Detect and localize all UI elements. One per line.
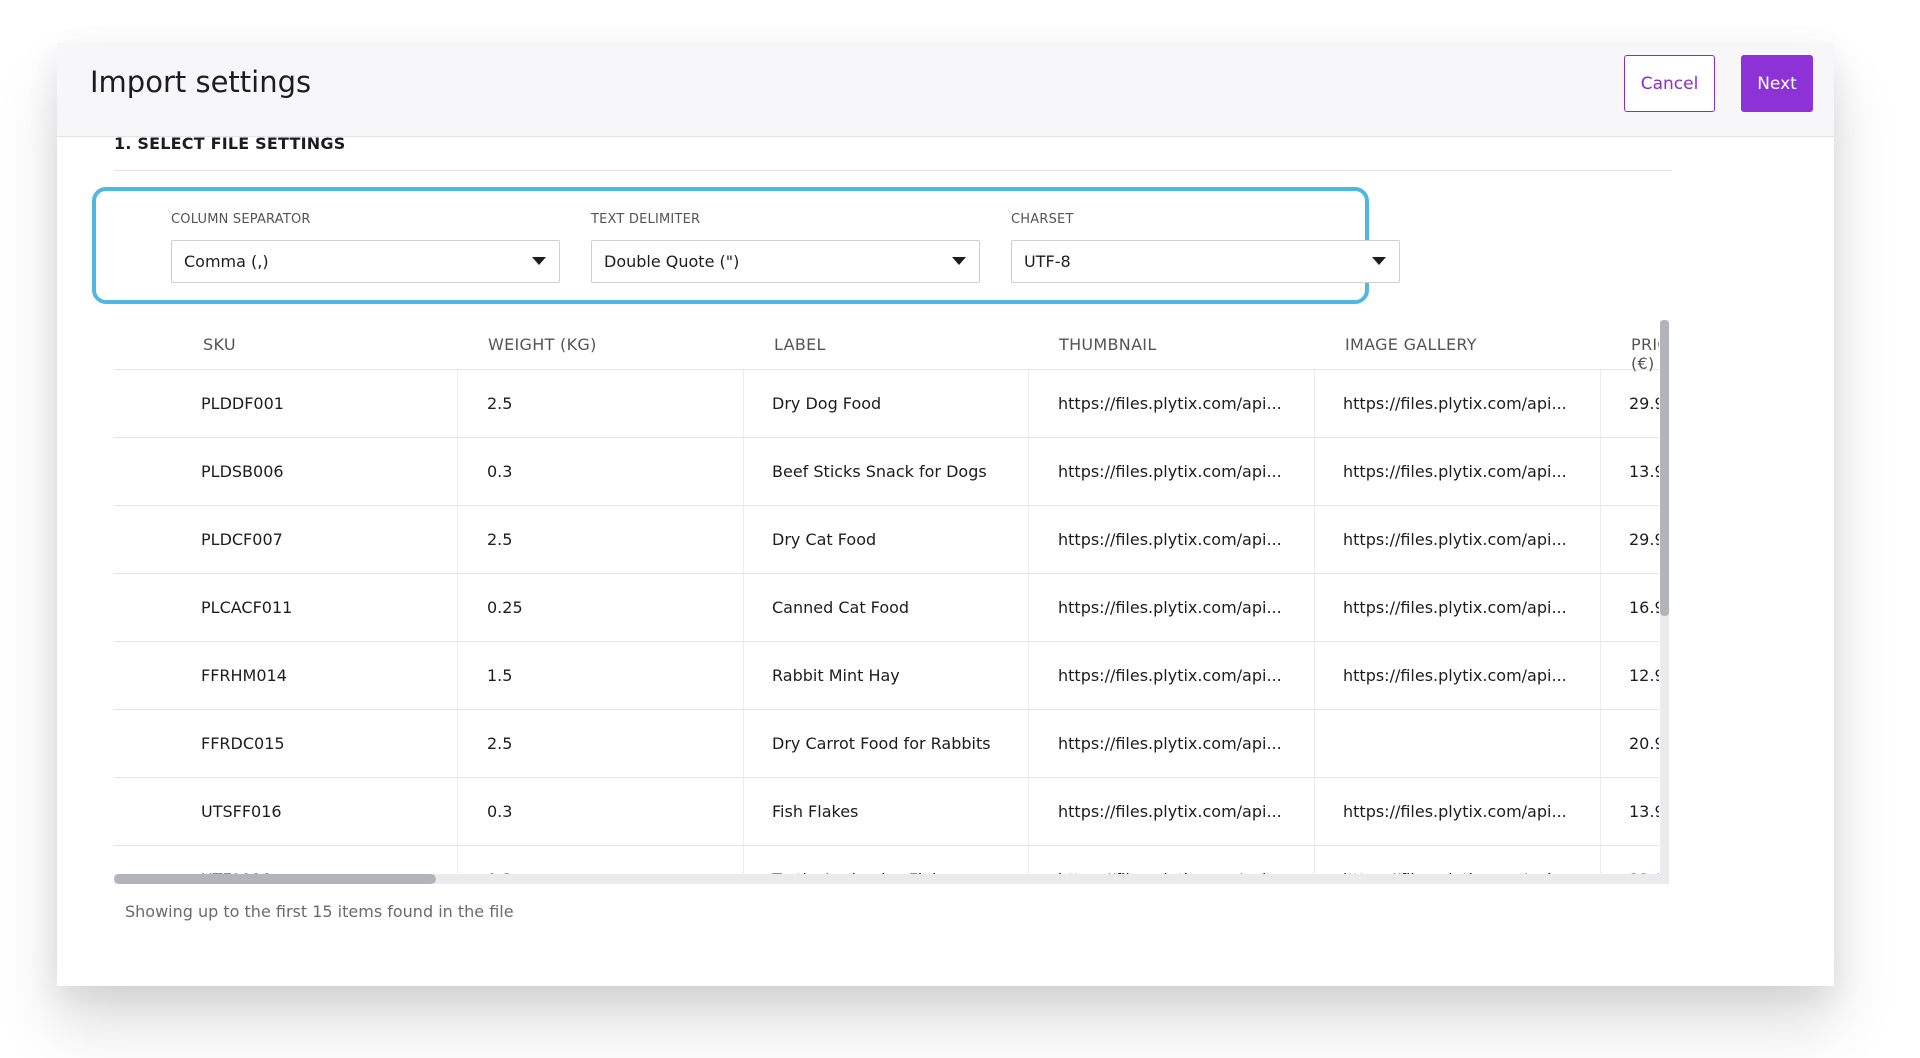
preview-table: SKU WEIGHT (KG) LABEL THUMBNAIL IMAGE GA…: [114, 318, 1659, 884]
column-separator-value: Comma (,): [184, 252, 269, 271]
table-row: FFRHM014 1.5 Rabbit Mint Hay https://fil…: [114, 642, 1659, 710]
cell-thumbnail: https://files.plytix.com/api...: [1058, 802, 1282, 821]
cell-price: 29.99: [1629, 530, 1659, 549]
cell-sku: FFRHM014: [201, 666, 287, 685]
cell-sku: UTSFF016: [201, 802, 282, 821]
cell-label: Dry Carrot Food for Rabbits: [772, 734, 991, 753]
cell-weight: 0.3: [487, 802, 513, 821]
charset-value: UTF-8: [1024, 252, 1071, 271]
cell-label: Fish Flakes: [772, 802, 859, 821]
cell-label: Dry Dog Food: [772, 394, 882, 413]
cell-image-gallery: https://files.plytix.com/api...: [1343, 394, 1567, 413]
cell-weight: 1.5: [487, 666, 513, 685]
cell-sku: PLCACF011: [201, 598, 293, 617]
cell-thumbnail: https://files.plytix.com/api...: [1058, 598, 1282, 617]
chevron-down-icon: [952, 257, 966, 265]
cell-weight: 0.3: [487, 462, 513, 481]
cell-label: Beef Sticks Snack for Dogs: [772, 462, 987, 481]
column-separator-label: COLUMN SEPARATOR: [171, 212, 311, 227]
cell-price: 13.9: [1629, 462, 1659, 481]
cell-price: 16.99: [1629, 598, 1659, 617]
cell-price: 13.99: [1629, 802, 1659, 821]
table-row: PLDDF001 2.5 Dry Dog Food https://files.…: [114, 370, 1659, 438]
chevron-down-icon: [1372, 257, 1386, 265]
cell-thumbnail: https://files.plytix.com/api...: [1058, 666, 1282, 685]
cell-image-gallery: https://files.plytix.com/api...: [1343, 666, 1567, 685]
table-row: PLDCF007 2.5 Dry Cat Food https://files.…: [114, 506, 1659, 574]
cell-weight: 2.5: [487, 734, 513, 753]
preview-count-note: Showing up to the first 15 items found i…: [125, 902, 514, 921]
cell-weight: 0.25: [487, 598, 523, 617]
vertical-scrollbar-thumb[interactable]: [1660, 320, 1669, 616]
table-row: UTSFF016 0.3 Fish Flakes https://files.p…: [114, 778, 1659, 846]
cell-thumbnail: https://files.plytix.com/api...: [1058, 734, 1282, 753]
table-row: PLCACF011 0.25 Canned Cat Food https://f…: [114, 574, 1659, 642]
cell-weight: 2.5: [487, 530, 513, 549]
charset-label: CHARSET: [1011, 212, 1074, 227]
column-separator-select[interactable]: Comma (,): [171, 240, 560, 283]
dialog-header: Import settings Cancel Next: [57, 43, 1834, 137]
cell-price: 29.99: [1629, 394, 1659, 413]
cell-sku: PLDCF007: [201, 530, 283, 549]
page-title: Import settings: [90, 65, 312, 99]
text-delimiter-label: TEXT DELIMITER: [591, 212, 701, 227]
text-delimiter-value: Double Quote ("): [604, 252, 740, 271]
next-button[interactable]: Next: [1741, 55, 1813, 112]
section-title: 1. SELECT FILE SETTINGS: [114, 134, 346, 153]
table-row: PLDSB006 0.3 Beef Sticks Snack for Dogs …: [114, 438, 1659, 506]
column-header-sku: SKU: [203, 335, 236, 354]
table-header-row: SKU WEIGHT (KG) LABEL THUMBNAIL IMAGE GA…: [114, 318, 1659, 373]
cell-price: 12.99: [1629, 666, 1659, 685]
table-row: FFRDC015 2.5 Dry Carrot Food for Rabbits…: [114, 710, 1659, 778]
chevron-down-icon: [532, 257, 546, 265]
horizontal-scrollbar-thumb[interactable]: [114, 874, 436, 884]
column-header-thumbnail: THUMBNAIL: [1059, 335, 1157, 354]
cell-sku: PLDDF001: [201, 394, 284, 413]
column-header-price: PRICE (€): [1631, 335, 1659, 373]
cell-image-gallery: https://files.plytix.com/api...: [1343, 598, 1567, 617]
cell-image-gallery: https://files.plytix.com/api...: [1343, 530, 1567, 549]
cell-image-gallery: https://files.plytix.com/api...: [1343, 462, 1567, 481]
column-header-image-gallery: IMAGE GALLERY: [1345, 335, 1477, 354]
cancel-button[interactable]: Cancel: [1624, 55, 1715, 112]
cell-label: Canned Cat Food: [772, 598, 910, 617]
cell-label: Rabbit Mint Hay: [772, 666, 900, 685]
cell-sku: PLDSB006: [201, 462, 284, 481]
cell-thumbnail: https://files.plytix.com/api...: [1058, 394, 1282, 413]
section-divider: [114, 170, 1672, 171]
text-delimiter-select[interactable]: Double Quote ("): [591, 240, 980, 283]
cell-price: 20.99: [1629, 734, 1659, 753]
cell-sku: FFRDC015: [201, 734, 285, 753]
column-header-label: LABEL: [774, 335, 826, 354]
cell-image-gallery: https://files.plytix.com/api...: [1343, 802, 1567, 821]
cell-thumbnail: https://files.plytix.com/api...: [1058, 530, 1282, 549]
charset-select[interactable]: UTF-8: [1011, 240, 1400, 283]
cell-label: Dry Cat Food: [772, 530, 877, 549]
cell-weight: 2.5: [487, 394, 513, 413]
column-header-weight: WEIGHT (KG): [488, 335, 597, 354]
cell-thumbnail: https://files.plytix.com/api...: [1058, 462, 1282, 481]
